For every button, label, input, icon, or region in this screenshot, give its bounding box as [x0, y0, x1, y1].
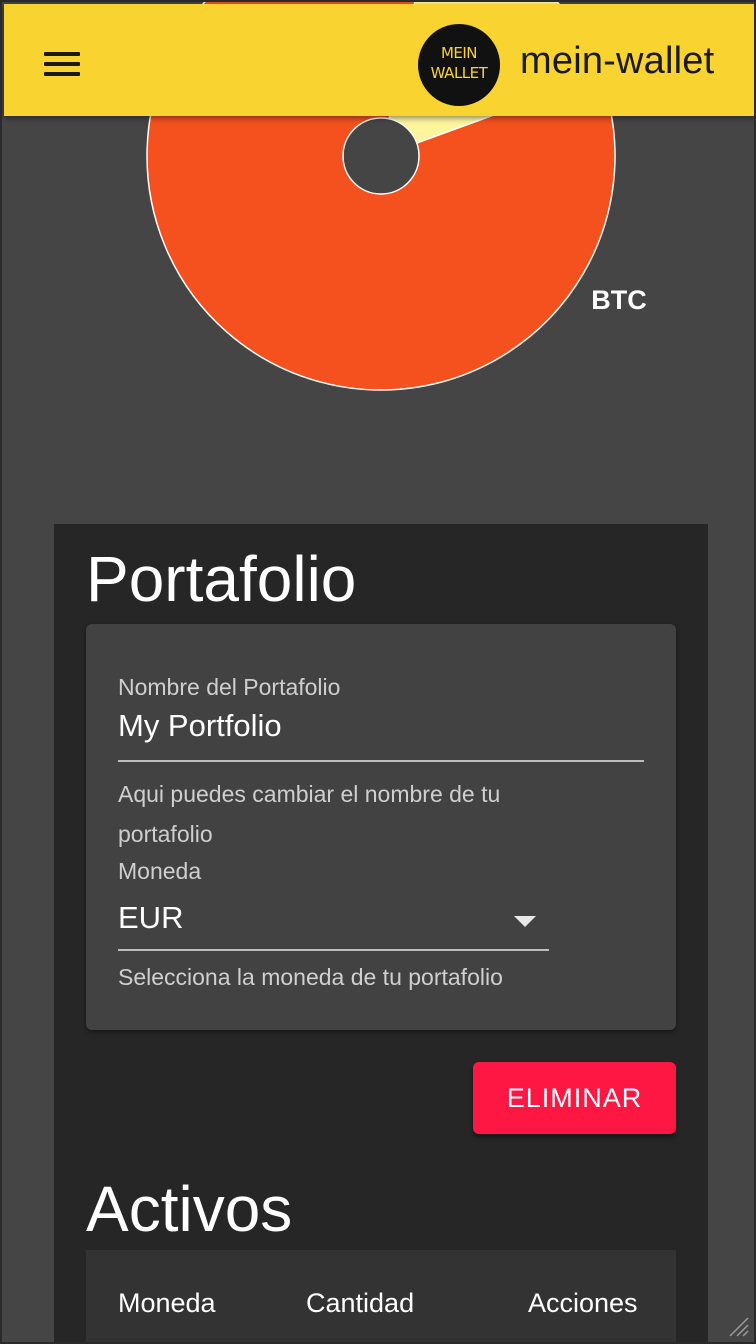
portfolio-heading: Portafolio: [86, 543, 357, 615]
hamburger-menu-icon[interactable]: [40, 46, 86, 82]
app-bar: MEIN WALLET mein-wallet: [4, 4, 754, 116]
portfolio-name-hint: Aqui puedes cambiar el nombre de tu port…: [118, 774, 500, 854]
portfolio-name-underline: [118, 760, 644, 762]
column-header-moneda[interactable]: Moneda: [118, 1288, 216, 1319]
portfolio-name-input[interactable]: My Portfolio: [118, 708, 282, 744]
app-title[interactable]: mein-wallet: [520, 40, 714, 83]
chevron-down-icon[interactable]: [514, 916, 536, 927]
assets-heading: Activos: [86, 1173, 293, 1245]
currency-underline: [118, 949, 549, 951]
currency-hint: Selecciona la moneda de tu portafolio: [118, 964, 503, 990]
portfolio-form: Nombre del Portafolio My Portfolio Aqui …: [86, 624, 676, 1030]
portfolio-name-hint-line-1: Aqui puedes cambiar el nombre de tu: [118, 781, 501, 807]
logo-line-1: MEIN: [440, 44, 478, 62]
resize-grip-icon[interactable]: [728, 1316, 750, 1338]
app-window: BTC MEIN WALLET mein-wallet Portafolio N…: [0, 0, 756, 1344]
delete-portfolio-button[interactable]: ELIMINAR: [473, 1062, 676, 1134]
portfolio-card: Portafolio Nombre del Portafolio My Port…: [54, 524, 708, 1342]
currency-select[interactable]: EUR: [118, 900, 183, 936]
currency-label: Moneda: [118, 858, 202, 884]
mein-wallet-logo[interactable]: MEIN WALLET: [418, 24, 500, 106]
column-header-cantidad[interactable]: Cantidad: [306, 1288, 414, 1319]
assets-table: Moneda Cantidad Acciones: [86, 1250, 676, 1342]
portfolio-name-label: Nombre del Portafolio: [118, 674, 341, 700]
column-header-acciones[interactable]: Acciones: [528, 1288, 638, 1319]
pie-label-btc: BTC: [591, 285, 647, 315]
logo-line-2: WALLET: [430, 64, 488, 82]
portfolio-name-hint-line-2: portafolio: [118, 821, 213, 847]
pie-center-hole: [342, 117, 420, 195]
